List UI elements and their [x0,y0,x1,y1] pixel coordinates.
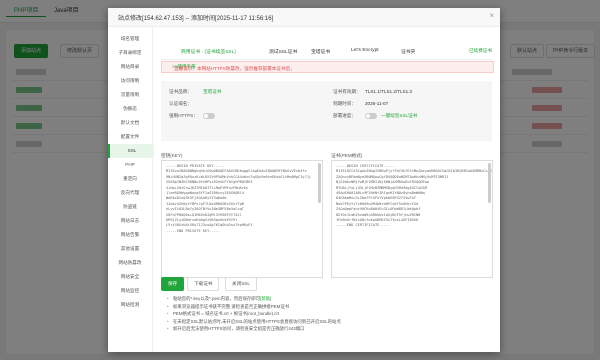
sidebar-item-subdir[interactable]: 子目录绑定 [108,46,152,60]
scrollbar[interactable] [318,163,321,203]
modal-title: 站点修改[154.62.47.153] -- 添加时间[2025-11-17 1… [118,16,274,22]
sidebar-item-monitor[interactable]: 网站监控 [108,284,152,298]
sidebar-item-domain[interactable]: 域名管理 [108,32,152,46]
renewed-cert-link[interactable]: 已续费证书 [469,48,492,54]
private-key-textarea[interactable]: -----BEGIN PRIVATE KEY----- MIIEvwIBADAN… [161,160,323,278]
sidebar-item-detect[interactable]: 网站检测 [108,298,152,312]
list-item: PEM格式证书 = 域名证书.crt + 根证书(root_bundle).cr… [167,310,497,318]
domain-label: 认证域名： [169,101,192,106]
sidebar-item-logs[interactable]: 网站日志 [108,214,152,228]
sidebar-item-webdir[interactable]: 网站目录 [108,60,152,74]
cert-label: 证书(PEM格式) [331,153,363,158]
tab-commercial-cert[interactable]: 商用证书 - (证书续签SSL) [181,48,236,55]
modal-titlebar: 站点修改[154.62.47.153] -- 添加时间[2025-11-17 1… [108,8,500,27]
expire-value: 2026-11-07 [365,101,389,106]
ssl-tabs: 商用证书 - (证书续签SSL) 测试SSL证书 宝塔证书 Let's Encr… [161,45,492,60]
version-label: 证书有效期： [333,89,361,94]
sidebar-item-alert[interactable]: 网站告警 [108,228,152,242]
deploy-value: 一键续签SSL证书 [381,113,418,118]
notice-text: 温馨提示：本网站HTTPS防篡改，强烈推荐部署本证书后， [174,66,295,71]
certificate-text: -----BEGIN CERTIFICATE----- MIIEiDCCA3Cg… [336,164,493,228]
sidebar-item-php[interactable]: PHP [108,158,152,172]
brand-value: 宝塔证书 [203,89,222,94]
scrollbar[interactable] [488,163,491,203]
sidebar-item-default-doc[interactable]: 默认文档 [108,116,152,130]
auto-renew-toggle[interactable] [365,113,377,119]
tab-bt-cert[interactable]: 宝塔证书 [311,48,330,55]
ssl-content: 商用证书 - (证书续签SSL) 测试SSL证书 宝塔证书 Let's Encr… [153,27,500,352]
site-settings-modal: 站点修改[154.62.47.153] -- 添加时间[2025-11-17 1… [108,8,500,352]
list-item: 粘贴您的*.key以及*.pem内容，然后保存即可[帮助] [167,295,497,303]
help-link[interactable]: [帮助] [260,296,271,301]
close-ssl-button[interactable]: 关闭SSL [225,277,257,291]
modal-sidebar: 域名管理 子目录绑定 网站目录 访问限制 流量限制 伪静态 默认文档 配置文件 … [108,27,154,352]
sidebar-item-tamper[interactable]: 网站防篡改 [108,256,152,270]
sidebar-item-proxy[interactable]: 反向代理 [108,186,152,200]
list-item: 如果浏览器提示证书链不完整,请检查是否正确拼接PEM证书 [167,303,497,311]
list-item: 在未指定SSL默认站点时,未开启SSL的站点使用HTTPS会直接访问到已开启SS… [167,318,497,326]
tab-cert-folder[interactable]: 证书夹 [401,48,415,55]
expire-label: 到期时间： [333,101,356,106]
sidebar-item-ssl[interactable]: SSL [108,144,154,158]
private-key-text: -----BEGIN PRIVATE KEY----- MIIEvwIBADAN… [166,164,311,233]
sidebar-item-security[interactable]: 网站安全 [108,270,152,284]
list-item: 如开启后无法使用HTTPS访问，请检查安全组是否正确放行443端口 [167,325,497,333]
tab-letsencrypt[interactable]: Let's Encrypt [351,48,379,53]
deploy-label: 部署进度： [333,113,356,118]
sidebar-item-config[interactable]: 配置文件 [108,130,152,144]
save-button[interactable]: 保存 [161,277,185,291]
brand-label: 证书品牌： [169,89,192,94]
sidebar-item-access[interactable]: 访问限制 [108,74,152,88]
close-icon[interactable]: × [489,12,494,20]
force-https-toggle[interactable] [203,113,215,119]
version-value: TLS1.1/TLS1.2/TLS1.3 [365,89,412,94]
force-https-label: 强制HTTPS： [169,113,198,118]
tips-list: 粘贴您的*.key以及*.pem内容，然后保存即可[帮助] 如果浏览器提示证书链… [167,295,497,333]
sidebar-item-redirect[interactable]: 重定向 [108,172,152,186]
notice-banner: 温馨提示：本网站HTTPS防篡改，强烈推荐部署本证书后， >>使用手册 [161,61,494,73]
key-label: 密钥(KEY) [161,153,183,158]
download-cert-button[interactable]: 下载证书 [187,277,220,291]
sidebar-item-traffic[interactable]: 流量限制 [108,88,152,102]
sidebar-item-rewrite[interactable]: 伪静态 [108,102,152,116]
tab-test-cert[interactable]: 测试SSL证书 [269,48,297,55]
sidebar-item-hotlink[interactable]: 防盗链 [108,200,152,214]
certificate-textarea[interactable]: -----BEGIN CERTIFICATE----- MIIEiDCCA3Cg… [331,160,493,278]
sidebar-item-other[interactable]: 其他设置 [108,242,152,256]
cert-info-panel: 证书品牌： 宝塔证书 认证域名： 强制HTTPS： 证书有效期： TLS1.1/… [161,81,492,141]
